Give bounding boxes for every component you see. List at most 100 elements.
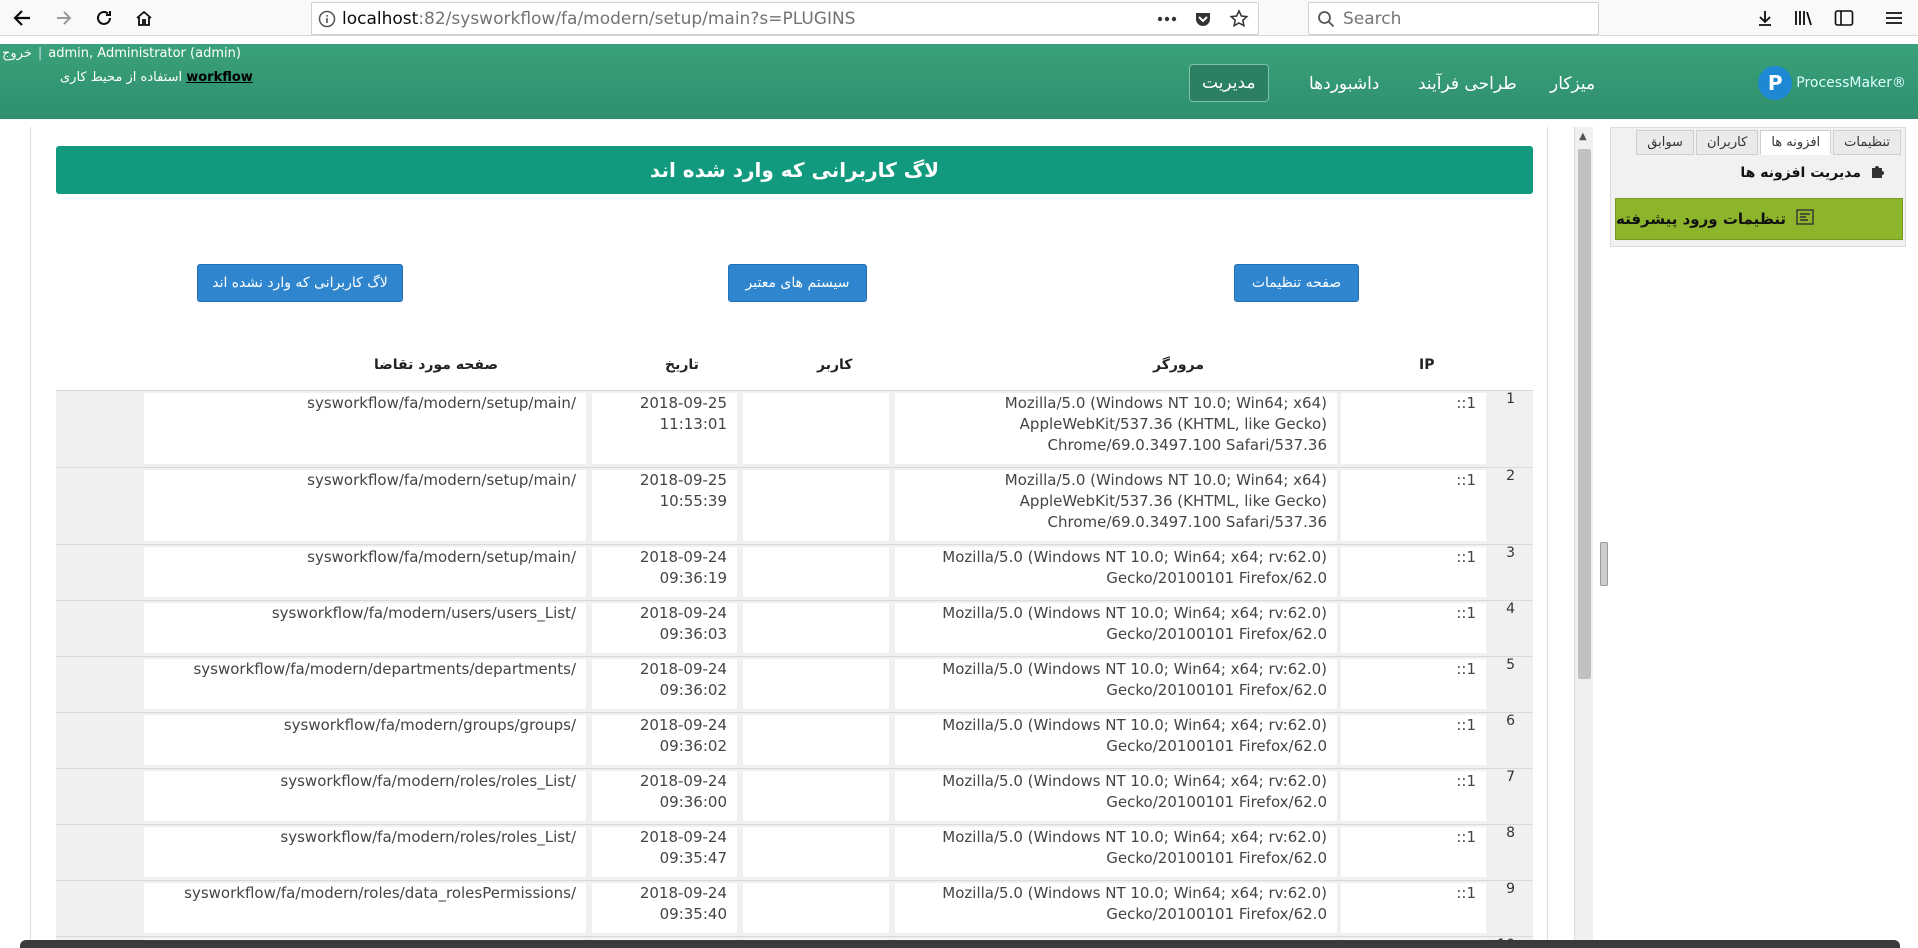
ip-cell[interactable]: ::1 xyxy=(1341,659,1486,709)
ip-cell[interactable]: ::1 xyxy=(1341,883,1486,933)
bookmark-star-icon[interactable] xyxy=(1228,8,1250,30)
column-header-browser[interactable]: مرورگر xyxy=(1153,357,1204,373)
main-scrollbar[interactable]: ▲ xyxy=(1574,127,1593,948)
table-row[interactable]: 6::1 Mozilla/5.0 (Windows NT 10.0; Win64;… xyxy=(56,713,1533,769)
browser-cell[interactable]: Mozilla/5.0 (Windows NT 10.0; Win64; x64… xyxy=(895,603,1337,653)
date-cell[interactable]: 2018-09-24 09:35:40 xyxy=(592,883,737,933)
app-header: خروج | admin, Administrator (admin) استفاد… xyxy=(0,44,1918,119)
table-row[interactable]: 9::1 Mozilla/5.0 (Windows NT 10.0; Win64;… xyxy=(56,881,1533,937)
failed-login-log-button[interactable]: لاگ کاربرانی که وارد نشده اند xyxy=(197,264,403,302)
scroll-up-icon[interactable]: ▲ xyxy=(1579,131,1587,142)
more-dots-icon[interactable] xyxy=(1156,8,1178,30)
browser-cell[interactable]: Mozilla/5.0 (Windows NT 10.0; Win64; x64… xyxy=(895,827,1337,877)
reload-icon[interactable] xyxy=(88,2,120,34)
ip-cell[interactable]: ::1 xyxy=(1341,603,1486,653)
date-cell-line: 2018-09-24 xyxy=(639,604,727,622)
user-cell[interactable] xyxy=(743,827,889,877)
menu-item-designer[interactable]: طراحی فرآیند xyxy=(1418,74,1517,94)
table-row[interactable]: 1::1 Mozilla/5.0 (Windows NT 10.0; Win64;… xyxy=(56,391,1533,468)
date-cell[interactable]: 2018-09-24 09:36:00 xyxy=(592,771,737,821)
browser-cell[interactable]: Mozilla/5.0 (Windows NT 10.0; Win64; x64… xyxy=(895,883,1337,933)
row-number: 4 xyxy=(1506,601,1515,617)
user-cell[interactable] xyxy=(743,547,889,597)
browser-search-box[interactable] xyxy=(1308,2,1599,35)
table-row[interactable]: 2::1 Mozilla/5.0 (Windows NT 10.0; Win64;… xyxy=(56,468,1533,545)
home-icon[interactable] xyxy=(128,2,160,34)
column-header-ip[interactable]: IP xyxy=(1419,357,1434,373)
workspace-prefix: استفاده از محیط کاری xyxy=(60,70,183,85)
user-cell[interactable] xyxy=(743,883,889,933)
page-cell[interactable]: /sysworkflow/fa/modern/setup/main xyxy=(144,470,586,541)
menu-item-dashboards[interactable]: داشبوردها xyxy=(1309,74,1379,94)
logout-link[interactable]: خروج xyxy=(2,46,32,61)
browser-cell[interactable]: Mozilla/5.0 (Windows NT 10.0; Win64; x64… xyxy=(895,771,1337,821)
url-text[interactable]: localhost:82/sysworkflow/fa/modern/setup… xyxy=(342,9,855,29)
download-icon[interactable] xyxy=(1751,4,1779,32)
back-arrow-icon[interactable] xyxy=(6,2,38,34)
browser-cell[interactable]: Mozilla/5.0 (Windows NT 10.0; Win64; x64… xyxy=(895,470,1337,541)
browser-cell[interactable]: Mozilla/5.0 (Windows NT 10.0; Win64; x64… xyxy=(895,547,1337,597)
table-row[interactable]: 7::1 Mozilla/5.0 (Windows NT 10.0; Win64;… xyxy=(56,769,1533,825)
table-row[interactable]: 5::1 Mozilla/5.0 (Windows NT 10.0; Win64;… xyxy=(56,657,1533,713)
column-header-page[interactable]: صفحه مورد تقاضا xyxy=(374,357,498,373)
settings-page-button[interactable]: صفحه تنظیمات xyxy=(1234,264,1359,302)
page-cell[interactable]: /sysworkflow/fa/modern/roles/data_rolesP… xyxy=(144,883,586,933)
scroll-thumb[interactable] xyxy=(1578,149,1591,679)
table-row[interactable]: 8::1 Mozilla/5.0 (Windows NT 10.0; Win64;… xyxy=(56,825,1533,881)
page-cell[interactable]: /sysworkflow/fa/modern/setup/main xyxy=(144,547,586,597)
date-cell[interactable]: 2018-09-25 10:55:39 xyxy=(592,470,737,541)
logo-mark: P xyxy=(1758,66,1793,100)
forward-arrow-icon[interactable] xyxy=(48,2,80,34)
menu-item-desk[interactable]: میزکار xyxy=(1550,74,1595,94)
tab-plugins[interactable]: افزونه ها xyxy=(1760,130,1832,155)
ip-cell[interactable]: ::1 xyxy=(1341,547,1486,597)
date-cell[interactable]: 2018-09-24 09:35:47 xyxy=(592,827,737,877)
table-row[interactable]: 4::1 Mozilla/5.0 (Windows NT 10.0; Win64;… xyxy=(56,601,1533,657)
table-row[interactable]: 3::1 Mozilla/5.0 (Windows NT 10.0; Win64;… xyxy=(56,545,1533,601)
user-cell[interactable] xyxy=(743,771,889,821)
tab-settings[interactable]: تنظیمات xyxy=(1833,130,1901,155)
date-cell[interactable]: 2018-09-24 09:36:19 xyxy=(592,547,737,597)
browser-cell[interactable]: Mozilla/5.0 (Windows NT 10.0; Win64; x64… xyxy=(895,393,1337,464)
page-cell[interactable]: /sysworkflow/fa/modern/departments/depar… xyxy=(144,659,586,709)
ip-cell[interactable]: ::1 xyxy=(1341,470,1486,541)
page-cell[interactable]: /sysworkflow/fa/modern/groups/groups xyxy=(144,715,586,765)
user-cell[interactable] xyxy=(743,470,889,541)
page-cell[interactable]: /sysworkflow/fa/modern/roles/roles_List xyxy=(144,827,586,877)
page-cell[interactable]: /sysworkflow/fa/modern/setup/main xyxy=(144,393,586,464)
browser-cell[interactable]: Mozilla/5.0 (Windows NT 10.0; Win64; x64… xyxy=(895,659,1337,709)
page-cell[interactable]: /sysworkflow/fa/modern/roles/roles_List xyxy=(144,771,586,821)
date-cell[interactable]: 2018-09-24 09:36:02 xyxy=(592,715,737,765)
browser-search-input[interactable] xyxy=(1343,8,1583,29)
info-icon[interactable] xyxy=(312,10,342,28)
tab-logs[interactable]: سوابق xyxy=(1636,130,1694,155)
ip-cell[interactable]: ::1 xyxy=(1341,771,1486,821)
library-icon[interactable] xyxy=(1790,4,1818,32)
column-header-date[interactable]: تاریخ xyxy=(665,357,699,373)
workspace-link[interactable]: workflow xyxy=(186,70,253,85)
advanced-login-settings-item[interactable]: تنظیمات ورود پیشرفته xyxy=(1615,198,1903,240)
column-header-user[interactable]: کاربر xyxy=(817,357,852,373)
hamburger-menu-icon[interactable] xyxy=(1880,4,1908,32)
panel-splitter-handle[interactable] xyxy=(1600,542,1608,586)
user-cell[interactable] xyxy=(743,603,889,653)
ip-cell[interactable]: ::1 xyxy=(1341,393,1486,464)
browser-cell[interactable]: Mozilla/5.0 (Windows NT 10.0; Win64; x64… xyxy=(895,715,1337,765)
user-cell[interactable] xyxy=(743,715,889,765)
ip-cell[interactable]: ::1 xyxy=(1341,715,1486,765)
page-cell[interactable]: /sysworkflow/fa/modern/users/users_List xyxy=(144,603,586,653)
sidebar-icon[interactable] xyxy=(1830,4,1858,32)
menu-item-admin[interactable]: مدیریت xyxy=(1189,64,1269,102)
tab-users[interactable]: کاربران xyxy=(1695,130,1759,155)
tree-item-plugin-manager[interactable]: مدیریت افزونه ها xyxy=(1740,162,1887,184)
browser-cell-line: Gecko/20100101 Firefox/62.0 xyxy=(1106,849,1327,867)
valid-systems-button[interactable]: سیستم های معتبر xyxy=(728,264,867,302)
date-cell[interactable]: 2018-09-25 11:13:01 xyxy=(592,393,737,464)
ip-cell[interactable]: ::1 xyxy=(1341,827,1486,877)
date-cell[interactable]: 2018-09-24 09:36:03 xyxy=(592,603,737,653)
pocket-icon[interactable] xyxy=(1192,8,1214,30)
url-bar[interactable]: localhost:82/sysworkflow/fa/modern/setup… xyxy=(311,2,1259,35)
user-cell[interactable] xyxy=(743,659,889,709)
user-cell[interactable] xyxy=(743,393,889,464)
date-cell[interactable]: 2018-09-24 09:36:02 xyxy=(592,659,737,709)
